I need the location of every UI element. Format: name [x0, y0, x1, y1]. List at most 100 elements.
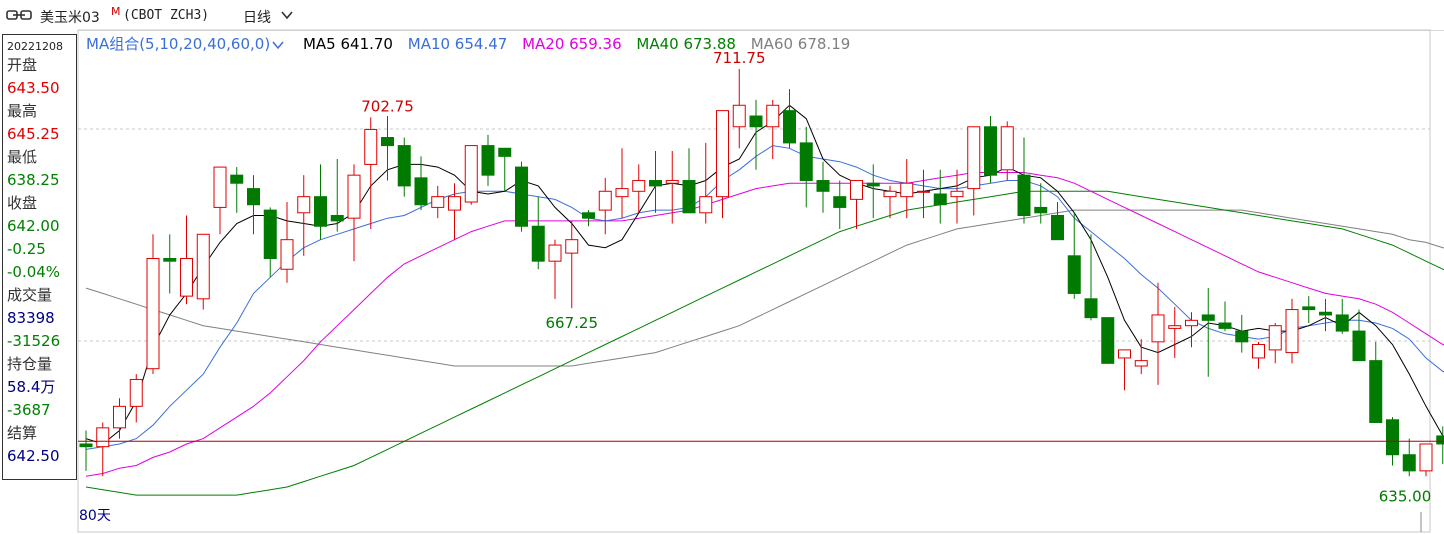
ma-group-label[interactable]: MA组合(5,10,20,40,60,0)	[86, 35, 270, 53]
candle	[1335, 298, 1349, 334]
candle-body	[1268, 325, 1282, 351]
candle	[96, 422, 110, 477]
candle	[1252, 341, 1265, 369]
ma20-line	[85, 172, 1444, 477]
candle-body	[716, 110, 729, 198]
candle-body	[314, 196, 327, 227]
candle	[1134, 339, 1148, 375]
candle	[649, 150, 662, 213]
candle-body	[1000, 126, 1014, 171]
candle	[716, 110, 729, 219]
candle-body	[79, 443, 93, 448]
candle	[1084, 234, 1098, 321]
candle	[364, 117, 378, 229]
candle	[1369, 341, 1383, 423]
candle	[950, 169, 964, 224]
candle	[146, 234, 160, 375]
candle	[1017, 137, 1031, 224]
candle-body	[766, 104, 780, 128]
candle	[1352, 309, 1366, 362]
candle-body	[615, 188, 629, 198]
candle-body	[1017, 174, 1031, 216]
candle	[1067, 212, 1081, 299]
candle-body	[917, 190, 930, 193]
low-annotation: 635.00	[1379, 488, 1432, 506]
candle	[1302, 296, 1316, 324]
chevron-down-icon[interactable]	[272, 40, 284, 50]
candle-body	[1419, 443, 1433, 472]
candle-body	[1436, 435, 1444, 445]
candle	[263, 207, 277, 278]
price-annotations: 711.75702.75667.25635.00	[361, 49, 1431, 506]
candle	[163, 234, 177, 294]
candle	[1285, 298, 1299, 364]
candle	[917, 169, 930, 219]
candle-body	[649, 180, 662, 187]
candle	[1402, 438, 1416, 477]
candle-body	[414, 177, 428, 206]
candlestick-chart[interactable]: 711.75702.75667.25635.00	[0, 0, 1444, 534]
candle-body	[598, 190, 612, 211]
candle	[297, 175, 311, 256]
candle	[330, 159, 344, 232]
candle	[984, 116, 997, 184]
candle	[1051, 202, 1064, 241]
candle-body	[297, 196, 311, 214]
candle	[397, 137, 411, 197]
candle-body	[498, 147, 512, 157]
candle-body	[146, 257, 160, 370]
ma60-line	[85, 209, 1444, 367]
candle	[1319, 298, 1332, 332]
candle-body	[347, 174, 361, 219]
candle-body	[783, 110, 796, 144]
candle-body	[1369, 360, 1383, 423]
candle-body	[732, 104, 746, 128]
candle	[247, 175, 260, 235]
candle	[431, 185, 445, 219]
candle	[1101, 317, 1115, 364]
candle-body	[1118, 349, 1131, 359]
candle-body	[1302, 306, 1316, 311]
candle	[1235, 314, 1249, 353]
candle	[799, 126, 813, 208]
ma5-line	[85, 104, 1444, 445]
candle	[582, 210, 595, 227]
candle-body	[1168, 325, 1182, 329]
candle	[531, 196, 545, 270]
candle	[1118, 349, 1131, 391]
candle-body	[96, 427, 110, 448]
candle-body	[129, 378, 143, 407]
candle-body	[1084, 298, 1098, 319]
candle-body	[1386, 419, 1399, 456]
high-annotation: 702.75	[361, 97, 414, 115]
ma20-legend: MA20 659.36	[522, 35, 622, 53]
ma60-legend: MA60 678.19	[750, 35, 851, 53]
candle-body	[950, 190, 964, 198]
candle	[1000, 121, 1014, 181]
candle	[1268, 323, 1282, 364]
candle-body	[1285, 309, 1299, 354]
candle	[448, 183, 461, 240]
candle-body	[933, 193, 947, 206]
candle	[548, 239, 562, 299]
candle	[79, 430, 93, 471]
candle-body	[180, 257, 193, 297]
candle	[615, 148, 629, 219]
candle-body	[850, 180, 863, 200]
candle-body	[1335, 314, 1349, 332]
candle-body	[1201, 314, 1215, 321]
ma5-legend: MA5 641.70	[302, 35, 393, 53]
ma10-legend: MA10 654.47	[407, 35, 508, 53]
candle-body	[632, 180, 646, 192]
candle-body	[263, 209, 277, 259]
candle	[1218, 301, 1232, 332]
candles	[79, 68, 1444, 477]
candle	[933, 169, 947, 224]
candle	[833, 180, 847, 229]
candle	[699, 142, 713, 224]
candle-body	[1185, 319, 1198, 327]
candle-body	[381, 137, 394, 147]
candle-body	[665, 180, 679, 184]
candle	[732, 68, 746, 149]
ma10-line	[85, 145, 1444, 450]
